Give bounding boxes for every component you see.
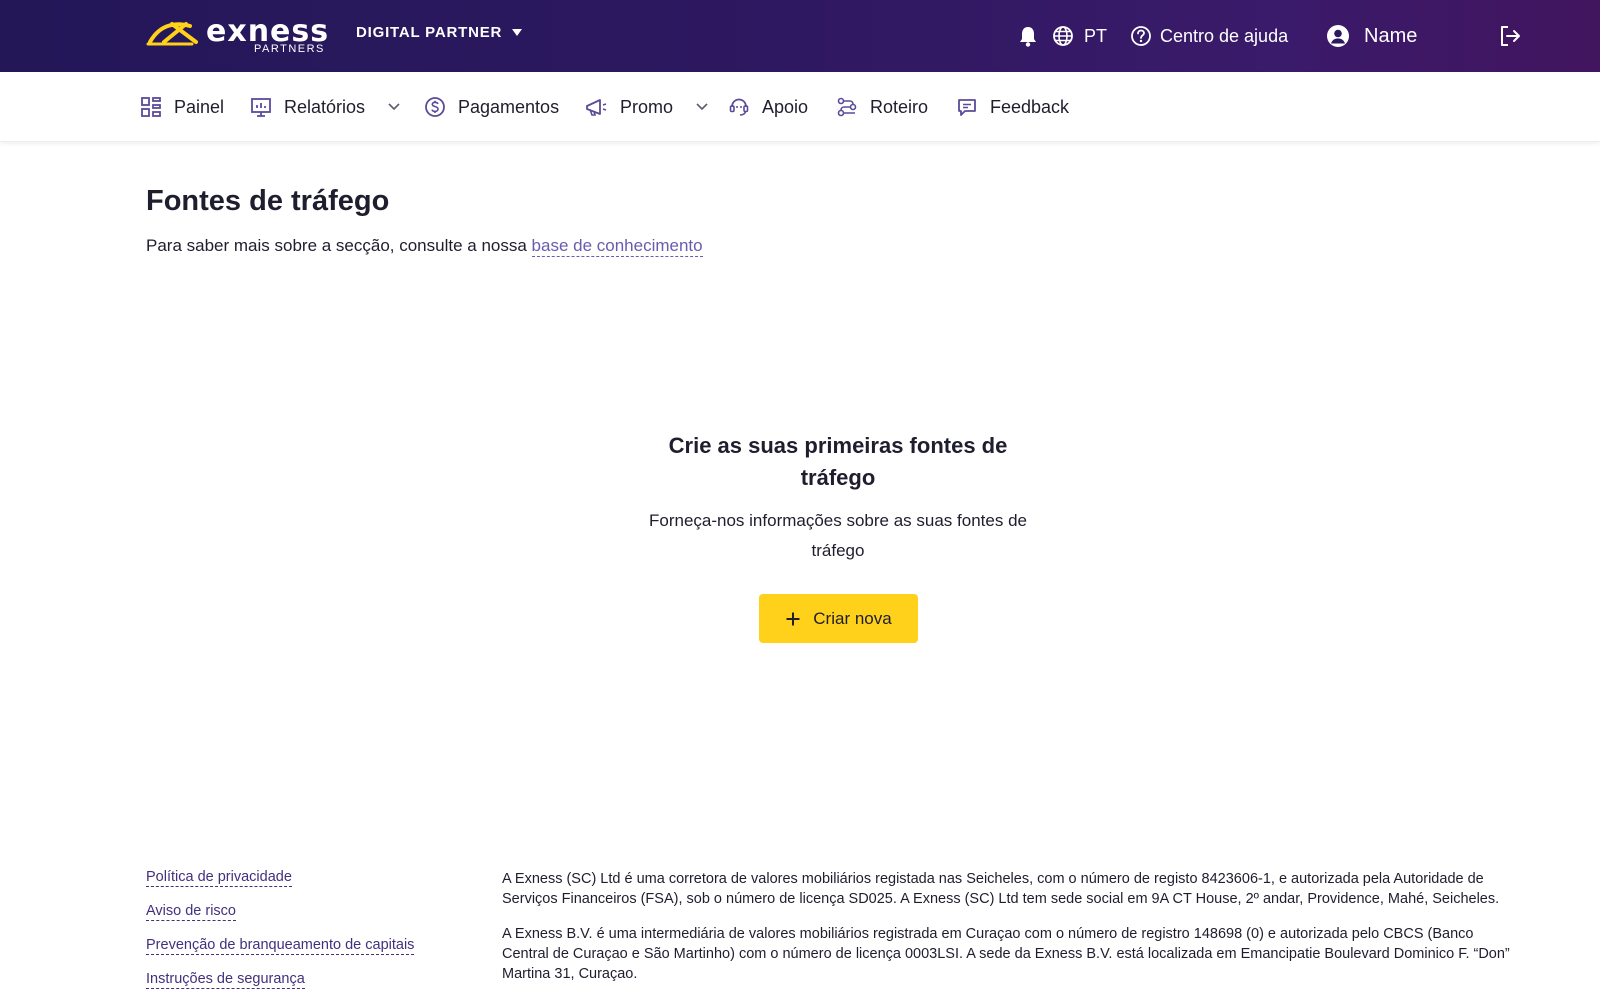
logout-icon xyxy=(1501,26,1520,46)
reports-icon xyxy=(251,98,271,117)
intro-text: Para saber mais sobre a secção, consulte… xyxy=(146,236,703,257)
page-title: Fontes de tráfego xyxy=(146,185,390,217)
nav-item-pagamentos[interactable]: Pagamentos xyxy=(424,72,559,142)
footer-legal-text: A Exness (SC) Ltd é uma corretora de val… xyxy=(502,869,1512,999)
nav-item-relatorios[interactable]: Relatórios xyxy=(250,72,401,142)
create-new-label: Criar nova xyxy=(813,608,892,628)
brand-sub: PARTNERS xyxy=(254,43,325,55)
empty-state-title: Crie as suas primeiras fontes de tráfego xyxy=(668,433,1008,490)
nav-item-label: Painel xyxy=(174,96,225,117)
empty-state: Crie as suas primeiras fontes de tráfego… xyxy=(630,430,1046,566)
intro-text-body: Para saber mais sobre a secção, consulte… xyxy=(146,236,532,255)
chevron-down-icon xyxy=(696,103,708,111)
nav-item-roteiro[interactable]: Roteiro xyxy=(836,72,928,142)
create-new-button[interactable]: Criar nova xyxy=(759,594,918,643)
bell-icon xyxy=(1020,27,1036,47)
exness-logo-mark-icon xyxy=(146,22,198,46)
legal-paragraph: A Exness B.V. é uma intermediária de val… xyxy=(502,926,1510,982)
risk-warning-link[interactable]: Aviso de risco xyxy=(146,902,236,921)
language-code: PT xyxy=(1084,25,1108,46)
language-selector[interactable]: PT xyxy=(1052,0,1107,72)
feedback-icon xyxy=(958,99,976,116)
nav-item-label: Promo xyxy=(620,96,674,117)
nav-item-apoio[interactable]: Apoio xyxy=(728,72,808,142)
notifications-button[interactable] xyxy=(1018,0,1038,72)
nav-item-label: Pagamentos xyxy=(458,96,560,117)
nav-item-promo[interactable]: Promo xyxy=(584,72,709,142)
top-header: exness PARTNERS DIGITAL PARTNER PT Centr… xyxy=(0,0,1600,72)
partner-type-label: DIGITAL PARTNER xyxy=(356,24,503,41)
footer-links: Política de privacidade Aviso de risco P… xyxy=(146,868,415,1000)
plus-icon xyxy=(786,612,800,625)
megaphone-icon xyxy=(586,99,607,116)
nav-item-label: Apoio xyxy=(762,96,809,117)
security-instructions-link[interactable]: Instruções de segurança xyxy=(146,970,305,989)
dashboard-icon xyxy=(141,97,161,117)
legal-paragraph: A Exness (SC) Ltd é uma corretora de val… xyxy=(502,871,1500,907)
privacy-policy-link[interactable]: Política de privacidade xyxy=(146,868,292,887)
chevron-down-icon xyxy=(388,103,400,111)
user-avatar-icon xyxy=(1327,25,1349,47)
globe-icon xyxy=(1053,26,1073,46)
exness-logo[interactable]: exness PARTNERS xyxy=(146,14,328,56)
support-icon xyxy=(729,98,749,116)
question-circle-icon xyxy=(1131,26,1151,46)
nav-item-label: Relatórios xyxy=(284,96,366,117)
user-name: Name xyxy=(1364,24,1418,47)
knowledge-base-link[interactable]: base de conhecimento xyxy=(531,236,703,257)
nav-item-painel[interactable]: Painel xyxy=(140,72,224,142)
empty-state-text: Forneça-nos informações sobre as suas fo… xyxy=(649,511,1027,560)
help-center-link[interactable]: Centro de ajuda xyxy=(1130,0,1288,72)
user-menu[interactable]: Name xyxy=(1326,0,1417,72)
aml-link[interactable]: Prevenção de branqueamento de capitais xyxy=(146,936,415,955)
nav-item-label: Roteiro xyxy=(870,96,929,117)
caret-down-icon xyxy=(512,29,523,36)
main-nav: Painel Relatórios Pagamentos Promo Apoio… xyxy=(0,72,1600,142)
dollar-icon xyxy=(425,97,445,117)
roadmap-icon xyxy=(837,97,857,117)
help-center-label: Centro de ajuda xyxy=(1160,25,1289,46)
partner-type-dropdown[interactable]: DIGITAL PARTNER xyxy=(356,24,523,41)
nav-item-feedback[interactable]: Feedback xyxy=(956,72,1069,142)
nav-item-label: Feedback xyxy=(990,96,1070,117)
logout-button[interactable] xyxy=(1498,0,1522,72)
